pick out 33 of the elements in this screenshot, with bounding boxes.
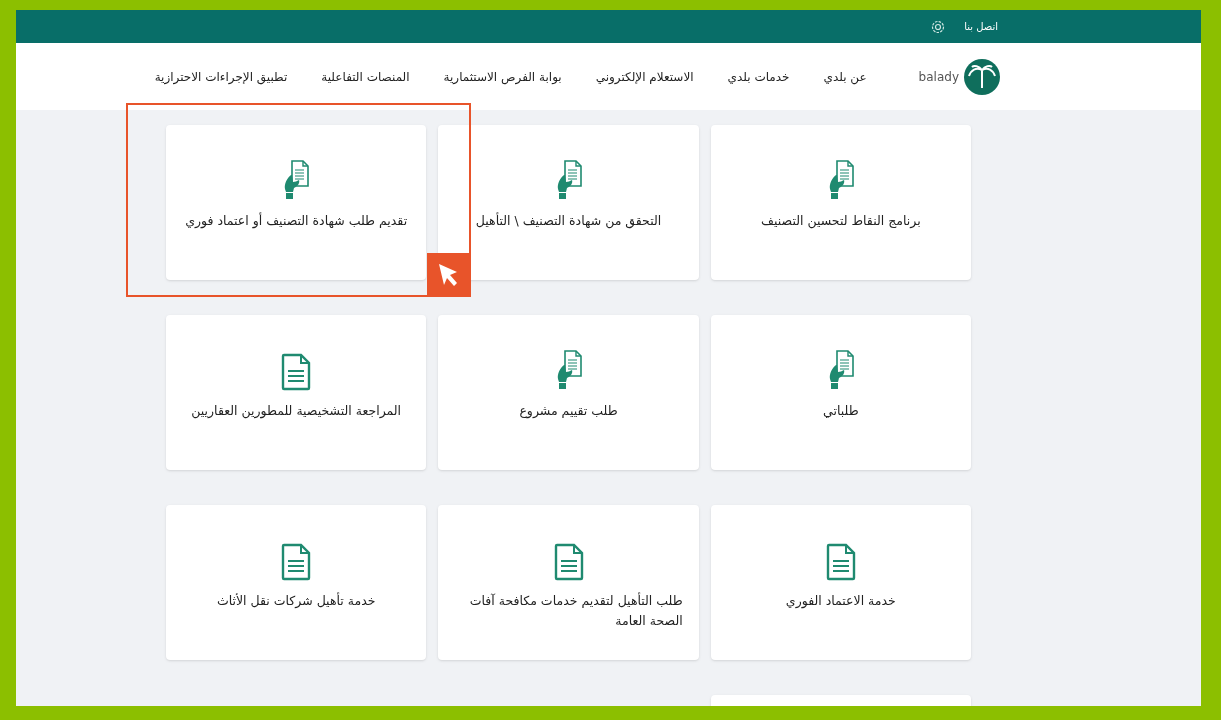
nav-link[interactable]: عن بلدي (823, 67, 867, 86)
service-title: تقديم طلب شهادة التصنيف أو اعتماد فوري (185, 211, 408, 231)
nav-link[interactable]: تطبيق الإجراءات الاحترازية (154, 67, 288, 86)
nav-link[interactable]: خدمات بلدي (727, 67, 790, 86)
service-card[interactable]: خدمة تأهيل شركات نقل الأثاث (166, 505, 427, 660)
palm-logo-icon (963, 57, 1001, 96)
service-title: خدمة الاعتماد الفوري (785, 592, 896, 611)
service-card[interactable]: طلباتي (710, 315, 971, 470)
logo-text: balady (918, 68, 959, 86)
service-card[interactable]: برنامج النقاط لتحسين التصنيف (710, 125, 971, 280)
nav-link[interactable]: الاستعلام الإلكتروني (595, 67, 694, 86)
service-card[interactable]: التحقق من شهادة التصنيف \ التأهيل (438, 125, 699, 280)
service-title: برنامج النقاط لتحسين التصنيف (761, 212, 921, 231)
document-icon (281, 543, 312, 581)
contact-link[interactable]: اتصل بنا (964, 19, 998, 34)
service-card[interactable]: طلب التأهيل لتقديم خدمات مكافحة آفات الصحة العامة (438, 505, 699, 660)
service-title: خدمة تأهيل شركات نقل الأثاث (216, 591, 376, 610)
document-icon (281, 353, 312, 391)
service-card[interactable]: تقديم طلب شهادة التصنيف أو اعتماد فوري (166, 125, 427, 280)
nav-link[interactable]: بوابة الفرص الاستثمارية (443, 67, 562, 86)
document-icon (553, 543, 584, 581)
nav-link[interactable]: المنصات التفاعلية (321, 67, 410, 86)
settings-icon[interactable] (930, 18, 947, 35)
service-title: التحقق من شهادة التصنيف \ التأهيل (475, 211, 662, 231)
service-card[interactable]: طلب تقييم مشروع (438, 315, 699, 470)
service-title: المراجعة التشخيصية للمطورين العقاريين (191, 402, 402, 421)
service-card[interactable]: المراجعة التشخيصية للمطورين العقاريين (166, 315, 427, 470)
service-title: طلباتي (823, 402, 859, 420)
service-title: طلب تقييم مشروع (519, 402, 618, 421)
document-icon (825, 543, 856, 581)
service-title: طلب التأهيل لتقديم خدمات مكافحة آفات الصحة العامة (468, 591, 683, 630)
service-card[interactable]: خدمة الاعتماد الفوري (710, 505, 971, 660)
hand-holding-document-icon (282, 159, 311, 201)
